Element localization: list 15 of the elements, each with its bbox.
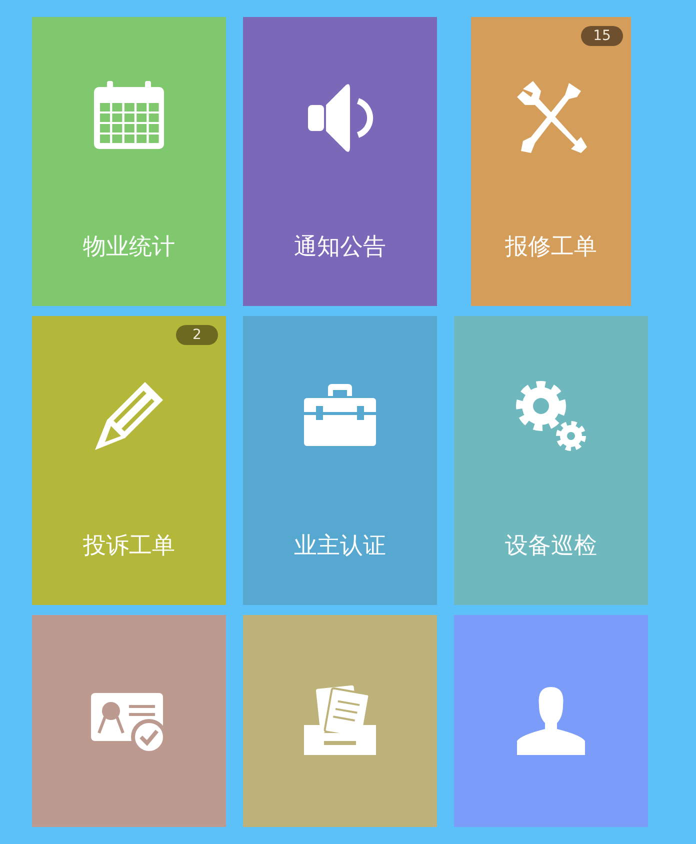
menu-tile[interactable]: 通知公告 — [243, 17, 437, 306]
tile-label: 业主认证 — [294, 532, 386, 561]
tile-label: 报修工单 — [505, 233, 597, 262]
tile-label: 物业统计 — [83, 233, 175, 262]
tile-label: 通知公告 — [294, 233, 386, 262]
menu-tile[interactable] — [454, 615, 648, 827]
tile-label: 投诉工单 — [83, 532, 175, 561]
count-badge: 2 — [176, 325, 218, 345]
menu-tile[interactable] — [243, 615, 437, 827]
menu-tile[interactable] — [32, 615, 226, 827]
menu-tile[interactable]: 业主认证 — [243, 316, 437, 605]
menu-tile[interactable]: 15 报修工单 — [471, 17, 631, 306]
tile-label: 设备巡检 — [505, 532, 597, 561]
count-badge: 15 — [581, 26, 623, 46]
menu-tile[interactable]: 2 投诉工单 — [32, 316, 226, 605]
